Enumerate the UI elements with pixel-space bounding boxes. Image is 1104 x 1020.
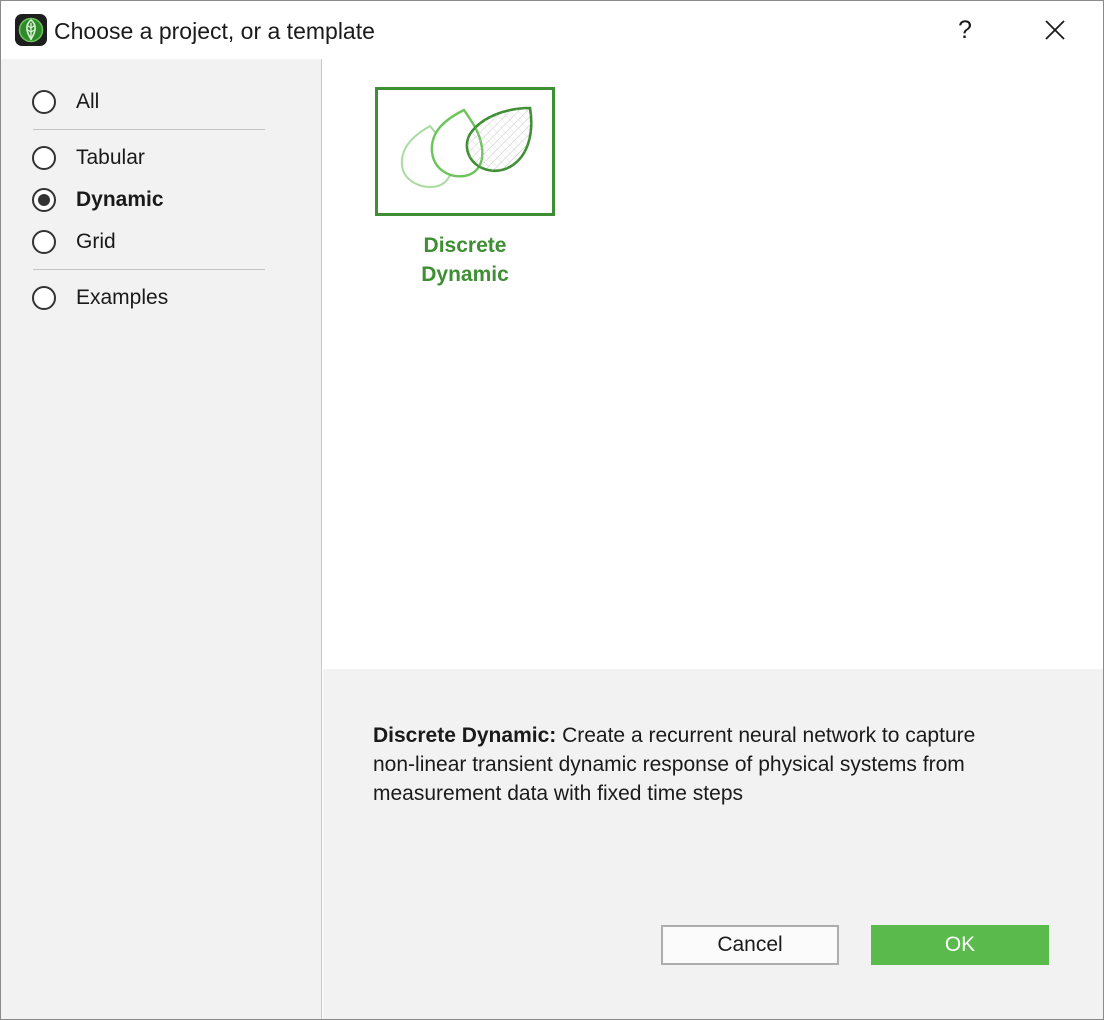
title-bar: Choose a project, or a template ?: [1, 1, 1103, 59]
template-label-line2: Dynamic: [421, 263, 509, 286]
radio-option-examples[interactable]: Examples: [32, 284, 272, 314]
radio-label: Examples: [76, 286, 169, 309]
template-gallery: Discrete Dynamic: [323, 59, 1103, 669]
ok-button[interactable]: OK: [871, 925, 1049, 965]
dialog-title: Choose a project, or a template: [54, 18, 375, 44]
template-description: Discrete Dynamic: Create a recurrent neu…: [373, 721, 993, 808]
description-panel: Discrete Dynamic: Create a recurrent neu…: [323, 669, 1103, 1019]
cancel-button[interactable]: Cancel: [661, 925, 839, 965]
description-title: Discrete Dynamic:: [373, 724, 557, 747]
template-label[interactable]: Discrete Dynamic: [375, 231, 555, 289]
sidebar-divider: [33, 129, 265, 130]
radio-button-icon: [32, 286, 56, 310]
leaf-logo-icon: [15, 14, 47, 46]
radio-label: All: [76, 90, 100, 113]
radio-label: Dynamic: [76, 188, 164, 211]
radio-button-icon: [32, 90, 56, 114]
radio-option-grid[interactable]: Grid: [32, 228, 272, 258]
leaves-icon: [400, 106, 533, 188]
radio-label: Grid: [76, 230, 116, 253]
close-button[interactable]: [1029, 9, 1081, 51]
category-sidebar: All Tabular Dynamic Grid Examples: [1, 59, 322, 1019]
template-label-line1: Discrete: [423, 234, 507, 257]
sidebar-divider: [33, 269, 265, 270]
radio-button-checked-icon: [32, 188, 56, 212]
template-thumbnail[interactable]: [375, 87, 555, 216]
dialog-window: Choose a project, or a template ? All Ta…: [0, 0, 1104, 1020]
radio-option-dynamic[interactable]: Dynamic: [32, 186, 272, 216]
radio-option-tabular[interactable]: Tabular: [32, 144, 272, 174]
radio-button-icon: [32, 230, 56, 254]
radio-button-icon: [32, 146, 56, 170]
close-icon: [1045, 20, 1065, 40]
help-button[interactable]: ?: [939, 9, 991, 51]
radio-option-all[interactable]: All: [32, 88, 272, 118]
radio-label: Tabular: [76, 146, 145, 169]
